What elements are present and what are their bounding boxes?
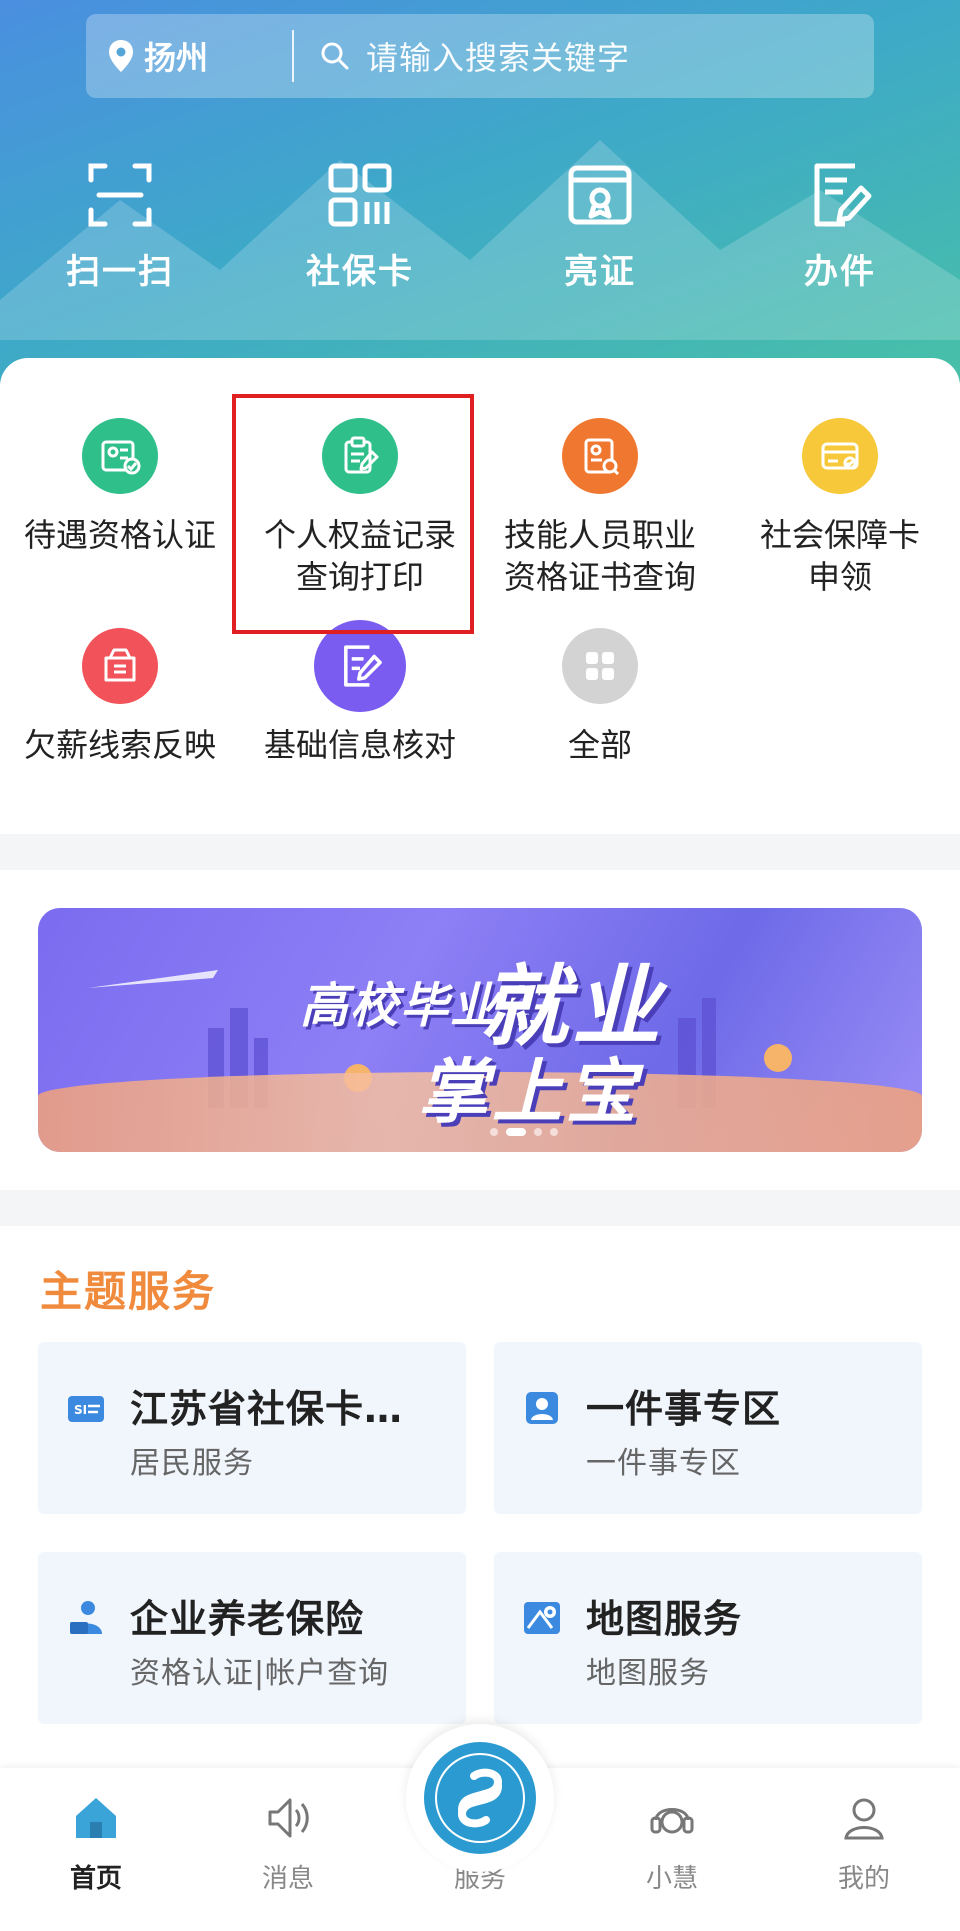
service-label: 全部 xyxy=(567,726,632,764)
nav-label: 小慧 xyxy=(645,1864,698,1894)
service-all[interactable]: 全部 xyxy=(480,628,720,766)
highlight-box xyxy=(232,394,474,634)
nav-label: 首页 xyxy=(69,1864,122,1894)
tile-title: 企业养老保险 xyxy=(130,1597,365,1641)
banner-line3: 掌上宝 xyxy=(418,1051,640,1133)
banner-section: 高校毕业生 就业 掌上宝 xyxy=(0,870,960,1190)
home-icon xyxy=(76,1798,116,1838)
nav-home[interactable]: 首页 xyxy=(0,1768,192,1931)
tile-title: 一件事专区 xyxy=(586,1387,782,1431)
nav-label: 我的 xyxy=(837,1864,890,1894)
tile-title: 地图服务 xyxy=(586,1597,743,1641)
speaker-icon xyxy=(268,1798,309,1838)
quick-action-label: 社保卡 xyxy=(306,252,414,292)
service-benefit-qualification[interactable]: 待遇资格认证 xyxy=(0,418,240,556)
quick-actions: 扫一扫 社保卡 亮证 办件 xyxy=(0,160,960,293)
person-card-icon xyxy=(526,1392,558,1424)
service-skill-certificate-query[interactable]: 技能人员职业 资格证书查询 xyxy=(480,418,720,598)
nav-label: 消息 xyxy=(261,1864,314,1894)
tile-subtitle: 资格认证|帐户查询 xyxy=(130,1656,390,1691)
location-label: 扬州 xyxy=(144,39,209,77)
service-center-button[interactable] xyxy=(406,1724,554,1872)
quick-action-label: 扫一扫 xyxy=(66,252,174,292)
service-label: 社会保障卡 申领 xyxy=(759,516,920,596)
nav-xiaohui[interactable]: 小慧 xyxy=(576,1768,768,1931)
service-label: 待遇资格认证 xyxy=(23,516,216,554)
service-logo-icon xyxy=(424,1742,536,1854)
scan-icon xyxy=(88,163,152,227)
tile-one-thing-zone[interactable]: 一件事专区 一件事专区 xyxy=(494,1342,922,1514)
nav-messages[interactable]: 消息 xyxy=(192,1768,384,1931)
pension-icon xyxy=(70,1601,102,1634)
service-grid: 待遇资格认证 个人权益记录 查询打印 技能人员职业 资格证书查询 社会保障卡 申… xyxy=(0,358,960,834)
tile-title: 江苏省社保卡… xyxy=(130,1387,404,1431)
tile-subtitle: 地图服务 xyxy=(586,1656,710,1691)
service-basic-info-check[interactable]: 基础信息核对 xyxy=(240,620,480,766)
header: 扬州 请输入搜索关键字 扫一扫 社保卡 亮证 办件 xyxy=(0,0,960,420)
map-pin-icon xyxy=(524,1602,560,1634)
id-verify-icon xyxy=(82,418,158,494)
promo-banner[interactable]: 高校毕业生 就业 掌上宝 xyxy=(38,908,922,1152)
quick-action-label: 办件 xyxy=(804,252,876,292)
tile-map-service[interactable]: 地图服务 地图服务 xyxy=(494,1552,922,1724)
quick-action-handle[interactable]: 办件 xyxy=(720,160,960,293)
quick-action-label: 亮证 xyxy=(564,252,636,292)
tile-subtitle: 一件事专区 xyxy=(586,1446,741,1481)
quick-action-show-cert[interactable]: 亮证 xyxy=(480,160,720,293)
search-bar: 扬州 请输入搜索关键字 xyxy=(86,14,874,98)
grid-icon xyxy=(562,628,638,704)
tile-subtitle: 居民服务 xyxy=(130,1446,254,1481)
banner-pagination xyxy=(490,1128,558,1136)
search-icon xyxy=(321,42,349,70)
search-placeholder: 请输入搜索关键字 xyxy=(366,39,631,77)
tile-js-si-card[interactable]: SI 江苏省社保卡… 居民服务 xyxy=(38,1342,466,1514)
location-selector[interactable]: 扬州 xyxy=(86,33,292,79)
theme-services: 主题服务 SI 江苏省社保卡… 居民服务 一件事专区 一件事专区 企业养老保险 … xyxy=(0,1226,960,1786)
search-input[interactable]: 请输入搜索关键字 xyxy=(294,33,630,79)
section-title: 主题服务 xyxy=(40,1267,217,1316)
wallet-icon xyxy=(82,628,158,704)
service-label: 技能人员职业 资格证书查询 xyxy=(503,516,696,596)
service-si-card-apply[interactable]: 社会保障卡 申领 xyxy=(720,418,960,598)
si-card-icon: SI xyxy=(68,1396,104,1422)
qr-card-icon xyxy=(328,163,392,227)
certificate-search-icon xyxy=(562,418,638,494)
headset-icon xyxy=(650,1808,694,1834)
service-label: 基础信息核对 xyxy=(263,726,456,764)
nav-mine[interactable]: 我的 xyxy=(768,1768,960,1931)
quick-action-scan[interactable]: 扫一扫 xyxy=(0,160,240,293)
user-icon xyxy=(844,1798,884,1840)
service-label: 欠薪线索反映 xyxy=(23,726,216,764)
svg-text:SI: SI xyxy=(74,1403,87,1417)
quick-action-si-card[interactable]: 社保卡 xyxy=(240,160,480,293)
tile-enterprise-pension[interactable]: 企业养老保险 资格认证|帐户查询 xyxy=(38,1552,466,1724)
card-apply-icon xyxy=(802,418,878,494)
service-unpaid-wage-report[interactable]: 欠薪线索反映 xyxy=(0,628,240,766)
edit-document-icon xyxy=(814,163,872,227)
location-pin-icon xyxy=(109,40,133,72)
certificate-icon xyxy=(568,165,632,225)
